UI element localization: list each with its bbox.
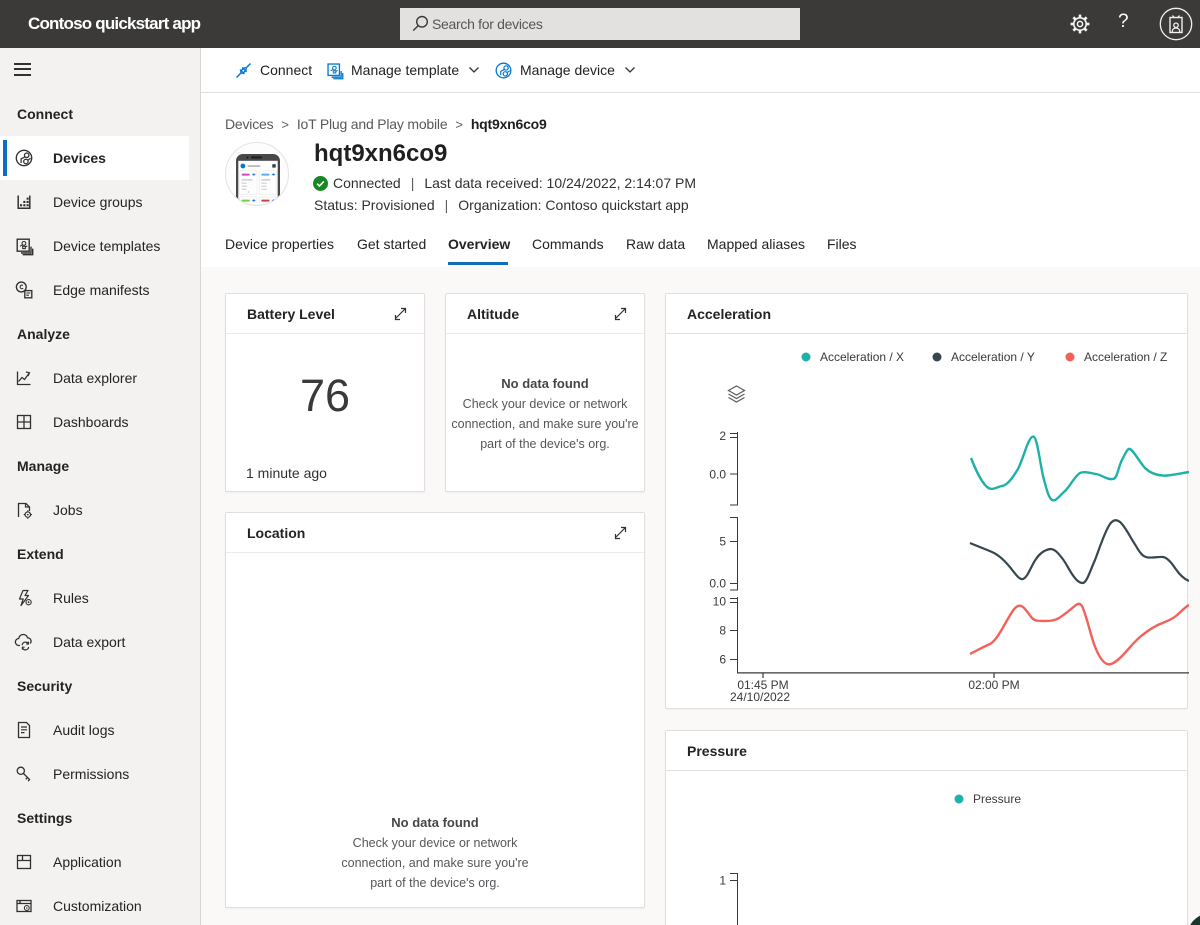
svg-text:5: 5	[719, 535, 726, 549]
svg-text:Pressure: Pressure	[973, 792, 1021, 806]
svg-text:Acceleration / Z: Acceleration / Z	[1084, 350, 1167, 364]
svg-text:10: 10	[713, 595, 727, 609]
svg-text:8: 8	[719, 624, 726, 638]
svg-text:Acceleration / Y: Acceleration / Y	[951, 350, 1035, 364]
svg-text:Acceleration / X: Acceleration / X	[820, 350, 904, 364]
svg-text:24/10/2022: 24/10/2022	[730, 690, 790, 704]
svg-text:1: 1	[719, 874, 726, 888]
svg-text:0.0: 0.0	[709, 468, 726, 482]
svg-text:2: 2	[719, 429, 726, 443]
svg-text:02:00 PM: 02:00 PM	[968, 678, 1019, 692]
svg-text:6: 6	[719, 653, 726, 667]
svg-text:0.0: 0.0	[709, 577, 726, 591]
